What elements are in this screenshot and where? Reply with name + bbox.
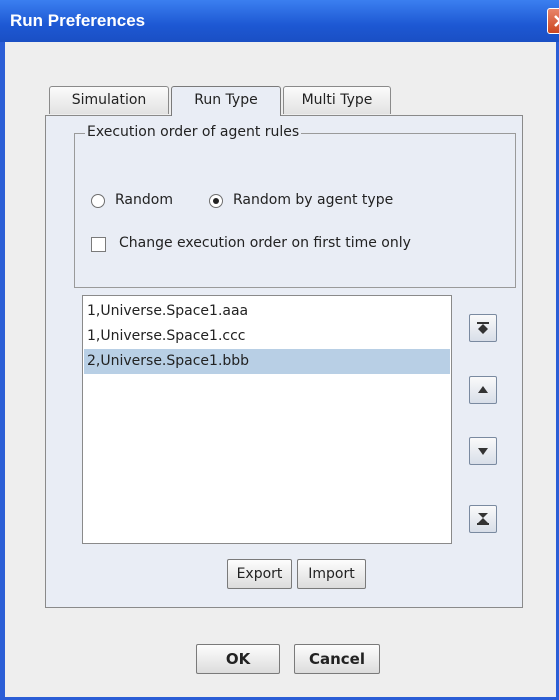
first-time-only-label: Change execution order on first time onl… [119, 235, 411, 251]
tab-multi-type[interactable]: Multi Type [283, 86, 391, 114]
random-by-agent-type-label: Random by agent type [233, 192, 394, 208]
random-radio-label: Random [115, 192, 173, 208]
move-to-top-button[interactable] [469, 314, 497, 342]
move-up-icon [478, 386, 488, 393]
agent-rules-list[interactable]: 1,Universe.Space1.aaa 1,Universe.Space1.… [82, 295, 452, 544]
random-radio[interactable] [91, 194, 105, 208]
random-by-agent-type-radio[interactable] [209, 194, 223, 208]
move-to-bottom-button[interactable] [469, 505, 497, 533]
close-icon [554, 15, 559, 27]
move-down-icon [478, 448, 488, 455]
title-bar: Run Preferences [0, 0, 559, 42]
move-to-bottom-icon [477, 513, 489, 525]
list-item[interactable]: 1,Universe.Space1.ccc [84, 324, 450, 349]
cancel-button[interactable]: Cancel [294, 644, 380, 674]
execution-order-legend: Execution order of agent rules [85, 124, 302, 140]
ok-button[interactable]: OK [196, 644, 280, 674]
execution-order-group: Execution order of agent rules Random Ra… [74, 124, 516, 288]
run-type-panel: Execution order of agent rules Random Ra… [45, 115, 523, 608]
tab-run-type[interactable]: Run Type [171, 86, 281, 116]
first-time-only-checkbox[interactable] [91, 237, 106, 252]
list-item[interactable]: 1,Universe.Space1.aaa [84, 299, 450, 324]
move-up-button[interactable] [469, 376, 497, 404]
export-button[interactable]: Export [227, 559, 292, 589]
move-to-top-icon [477, 322, 489, 334]
close-button[interactable] [547, 8, 559, 34]
window-title: Run Preferences [10, 11, 146, 30]
run-preferences-dialog: Run Preferences Execution order of agent… [0, 0, 559, 700]
move-down-button[interactable] [469, 437, 497, 465]
tab-simulation[interactable]: Simulation [49, 86, 169, 114]
import-button[interactable]: Import [297, 559, 366, 589]
list-item-selected[interactable]: 2,Universe.Space1.bbb [84, 349, 450, 374]
